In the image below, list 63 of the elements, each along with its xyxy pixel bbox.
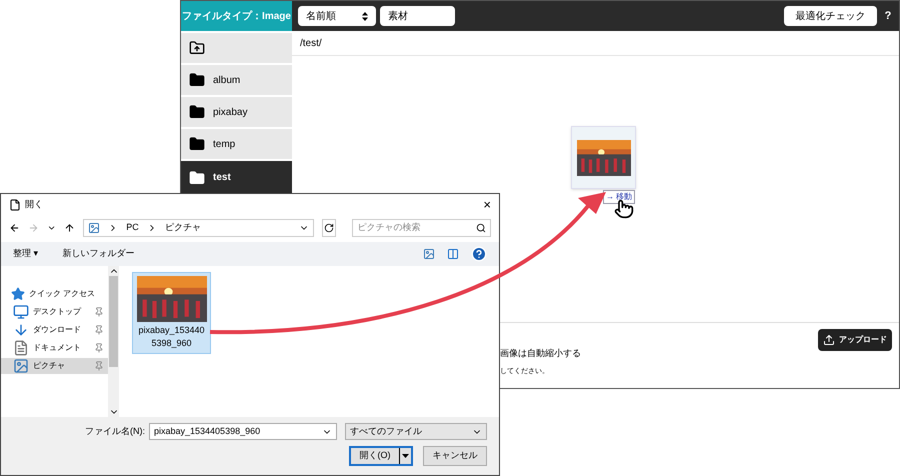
sort-select[interactable]: 名前順 — [298, 6, 376, 26]
up-icon[interactable] — [64, 222, 76, 234]
search-field[interactable]: ピクチャの検索 — [352, 219, 491, 237]
star-icon — [11, 287, 25, 301]
nav-item[interactable]: デスクトップ — [1, 304, 108, 320]
upload-icon — [823, 334, 835, 346]
cancel-button[interactable]: キャンセル — [423, 446, 487, 466]
move-label[interactable]: → 移動 — [603, 190, 636, 204]
check-button[interactable]: 最適化チェック — [784, 6, 877, 26]
nav-item[interactable]: ピクチャ — [1, 358, 108, 374]
view-icon[interactable] — [423, 248, 435, 260]
pin-icon — [94, 325, 104, 335]
monitor-icon — [13, 304, 29, 320]
organize-button[interactable]: 整理 ▾ — [13, 247, 39, 261]
breadcrumb-item[interactable]: PC — [126, 221, 139, 235]
updown-icon — [362, 12, 368, 20]
filename-label: ファイル名(N): — [85, 424, 145, 438]
pin-icon — [94, 307, 104, 317]
folder-item[interactable]: test — [181, 161, 292, 194]
parent-folder-button[interactable] — [181, 33, 292, 63]
pin-icon — [94, 343, 104, 353]
nav-item[interactable]: クイック アクセス — [1, 286, 108, 302]
refresh-icon — [324, 223, 334, 233]
folder-item[interactable]: temp — [181, 129, 292, 159]
file-icon — [9, 199, 21, 211]
folder-icon — [189, 104, 205, 120]
scrollbar[interactable] — [108, 266, 119, 417]
folder-icon — [189, 136, 205, 152]
preview-pane-icon[interactable] — [447, 248, 459, 260]
folder-icon — [189, 170, 205, 186]
pin-icon — [94, 361, 104, 371]
folder-icon — [189, 72, 205, 88]
dialog-title: 開く — [25, 198, 43, 212]
file-item[interactable]: pixabay_1534405398_960 — [132, 272, 211, 354]
folder-up-icon — [189, 40, 205, 56]
image-icon — [88, 222, 100, 234]
folder-item[interactable]: album — [181, 65, 292, 95]
upload-button[interactable]: アップロード — [818, 329, 892, 351]
dropdown-icon — [402, 454, 409, 458]
new-folder-button[interactable]: 新しいフォルダー — [62, 247, 135, 261]
note-text: 画像は自動縮小する — [500, 347, 581, 360]
help-button[interactable]: ? — [877, 8, 899, 24]
hand-cursor-icon — [614, 199, 634, 219]
image-icon — [13, 358, 29, 374]
document-icon — [13, 340, 29, 356]
path-label: /test/ — [300, 36, 322, 50]
search-field[interactable]: 素材 — [380, 6, 455, 26]
breadcrumb-item[interactable]: ピクチャ — [164, 221, 201, 235]
thumbnail-card[interactable] — [571, 126, 636, 189]
down-arrow-icon — [13, 322, 29, 338]
close-button[interactable]: × — [483, 195, 491, 215]
file-type-label: ファイルタイプ：Image — [181, 1, 292, 31]
search-icon — [476, 223, 486, 233]
help-icon[interactable] — [471, 246, 487, 262]
nav-item[interactable]: ドキュメント — [1, 340, 108, 356]
folder-item[interactable]: pixabay — [181, 97, 292, 127]
back-icon[interactable] — [9, 222, 20, 234]
filename-field[interactable]: pixabay_1534405398_960 — [149, 423, 337, 440]
open-button[interactable]: 開く(O) — [349, 446, 413, 466]
refresh-button[interactable] — [322, 219, 336, 237]
address-bar[interactable]: PC ピクチャ — [83, 219, 314, 237]
file-type-select[interactable]: すべてのファイル — [345, 423, 487, 440]
nav-item[interactable]: ダウンロード — [1, 322, 108, 338]
